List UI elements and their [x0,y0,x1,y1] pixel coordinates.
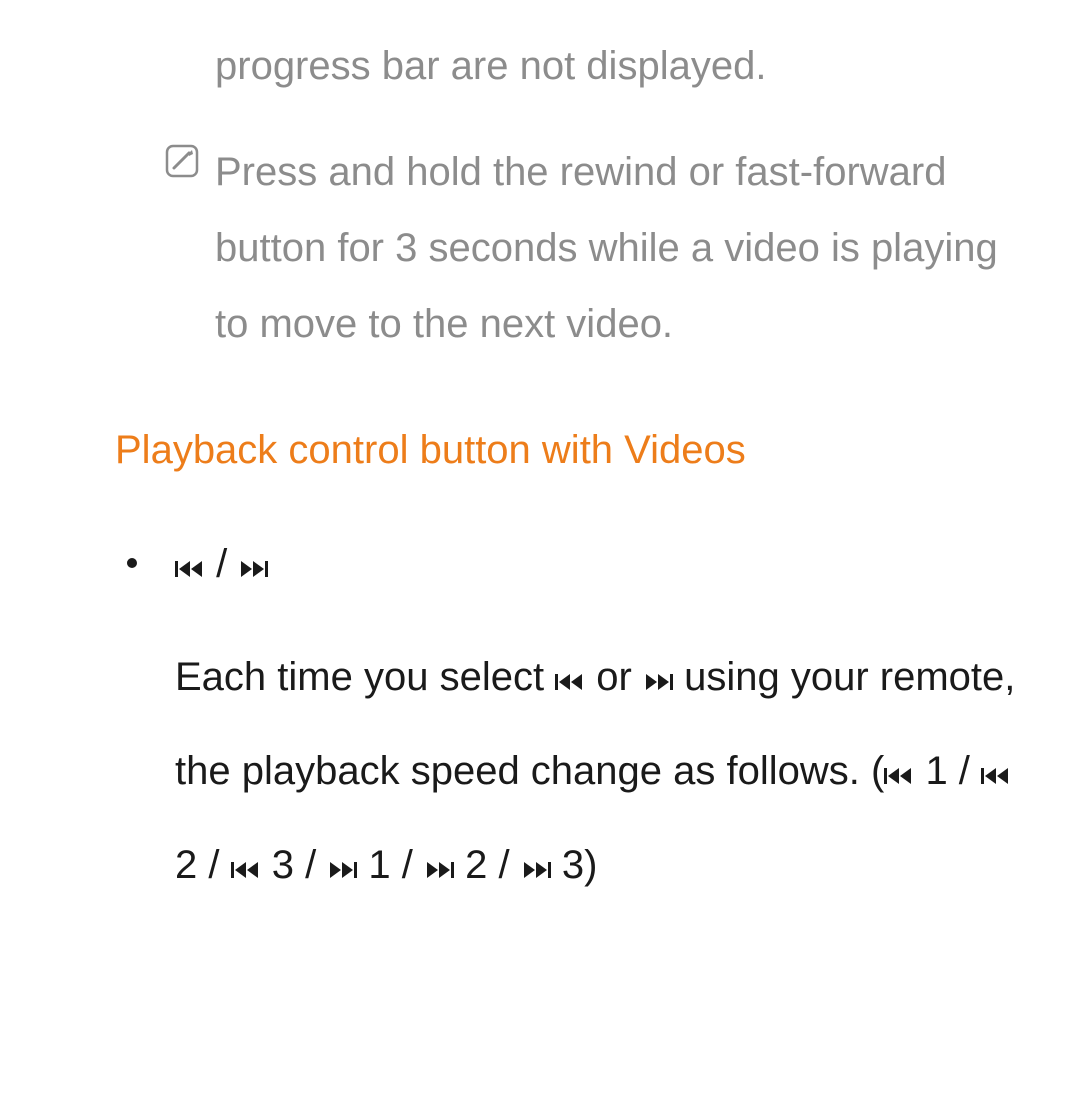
note-block: Press and hold the rewind or fast-forwar… [115,134,1020,362]
rewind-icon [231,860,261,880]
bullet-marker [127,558,137,568]
section-heading: Playback control button with Videos [115,412,1020,488]
rewind-icon [884,766,914,786]
note-text: Press and hold the rewind or fast-forwar… [215,150,998,346]
bullet-body: Each time you select or using your remot… [175,630,1020,912]
fast-forward-icon [643,672,673,692]
body-frag-1: Each time you select [175,655,555,699]
bullet-item: / Each time you select or using your rem… [115,526,1020,912]
rewind-icon [555,672,585,692]
rewind-icon [175,559,205,579]
seq-1: 1 / [914,749,981,793]
seq-2: 2 / [175,843,231,887]
seq-4: 1 / [357,843,424,887]
fast-forward-icon [424,860,454,880]
body-frag-2: or [585,655,643,699]
fast-forward-icon [327,860,357,880]
fast-forward-icon [238,559,268,579]
bullet-head-line: / [175,526,1020,602]
document-page: progress bar are not displayed. Press an… [0,0,1080,1104]
seq-3: 3 / [261,843,328,887]
note-icon [165,144,199,178]
rewind-icon [981,766,1011,786]
seq-6: 3) [551,843,598,887]
fragment-previous-line: progress bar are not displayed. [115,28,1020,104]
seq-5: 2 / [454,843,521,887]
slash-text: / [205,542,238,586]
fast-forward-icon [521,860,551,880]
